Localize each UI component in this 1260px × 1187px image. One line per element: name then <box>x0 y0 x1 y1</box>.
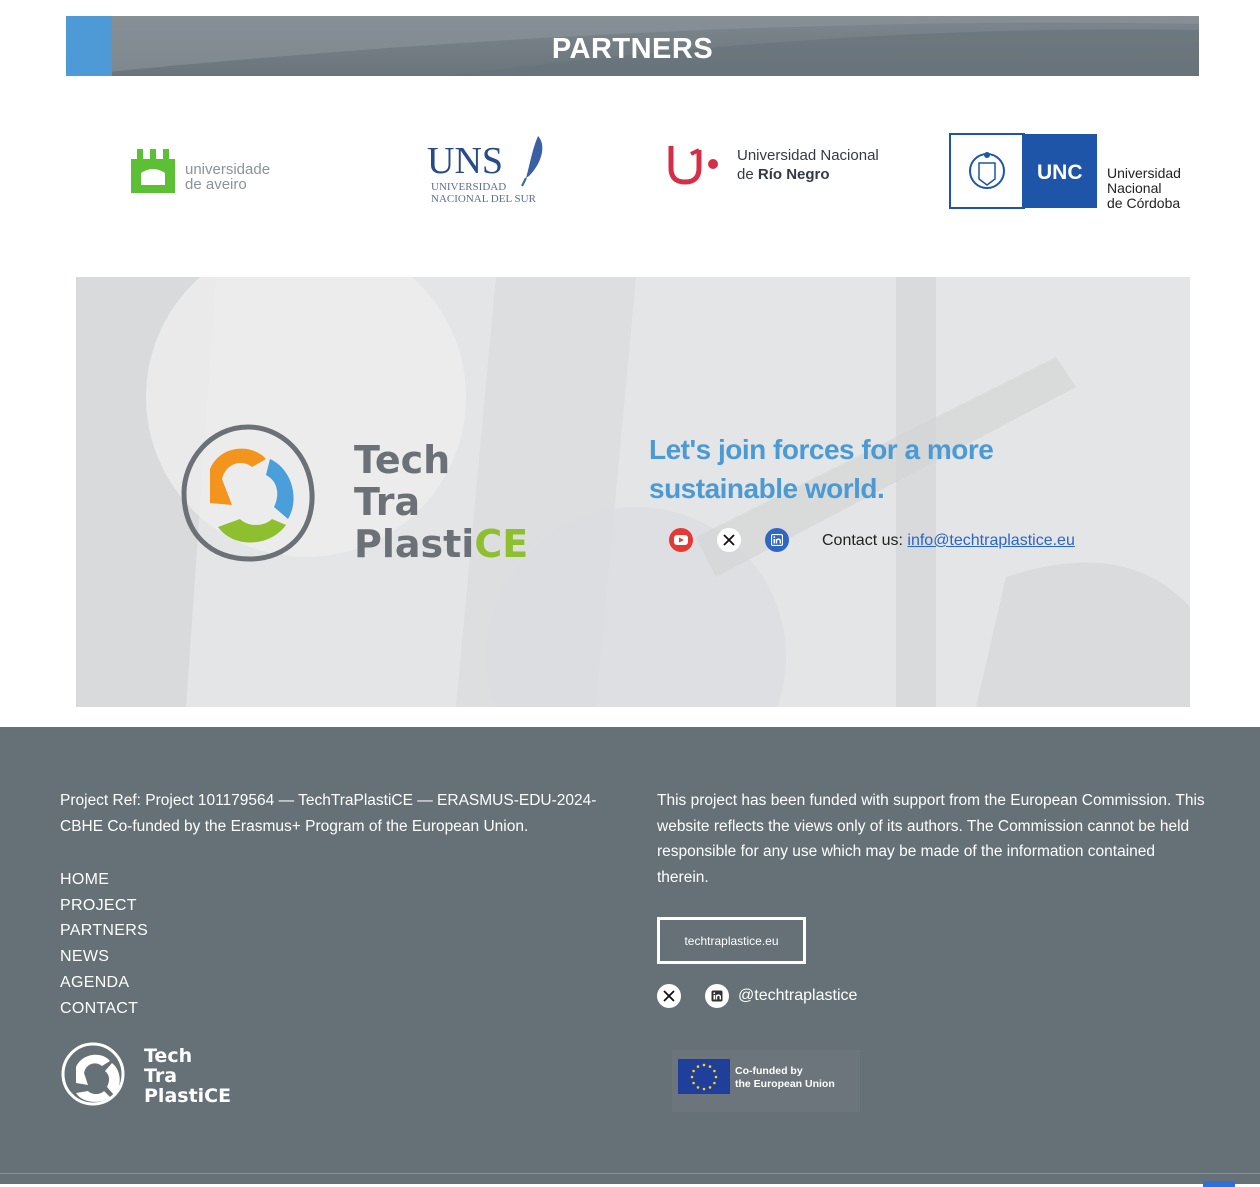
nav-agenda[interactable]: AGENDA <box>60 970 148 996</box>
website-button[interactable]: techtraplastice.eu <box>657 917 806 964</box>
linkedin-icon[interactable] <box>765 528 789 552</box>
rio-negro-line2-bold: Río Negro <box>758 166 830 183</box>
uns-abbr: UNS <box>427 140 503 182</box>
nav-project[interactable]: PROJECT <box>60 893 148 919</box>
nav-contact[interactable]: CONTACT <box>60 996 148 1022</box>
project-reference: Project Ref: Project 101179564 — TechTra… <box>60 792 597 835</box>
universidad-nacional-rio-negro-logo[interactable]: Universidad Nacional de Río Negro <box>665 140 905 188</box>
rio-negro-line1: Universidad Nacional <box>737 147 879 164</box>
unc-abbr: UNC <box>1037 161 1083 184</box>
footer-techtraplastice-logo[interactable]: Tech Tra PlastiCE <box>60 1039 240 1109</box>
svg-text:de Río Negro: de Río Negro <box>737 166 830 183</box>
hero-logo-line1: Tech <box>354 438 450 482</box>
funding-disclaimer: This project has been funded with suppor… <box>657 792 1205 886</box>
footer-nav: HOME PROJECT PARTNERS NEWS AGENDA CONTAC… <box>60 867 148 1021</box>
join-forces-heading: Let's join forces for a more sustainable… <box>649 434 994 504</box>
uns-line1: UNIVERSIDAD <box>431 181 506 193</box>
contact-line: Contact us: info@techtraplastice.eu <box>822 532 1075 550</box>
eu-badge-line1: Co-funded by <box>735 1065 803 1077</box>
nav-partners[interactable]: PARTNERS <box>60 918 148 944</box>
partners-banner: PARTNERS <box>66 16 1199 76</box>
partners-title: PARTNERS <box>551 33 714 65</box>
universidad-nacional-del-sur-logo[interactable]: UNS UNIVERSIDAD NACIONAL DEL SUR <box>426 132 551 207</box>
hero-logo-line2: Tra <box>354 480 420 524</box>
nav-news[interactable]: NEWS <box>60 944 148 970</box>
unc-line2: Nacional <box>1107 180 1161 196</box>
contact-label: Contact us: <box>822 532 903 549</box>
aveiro-line2: de aveiro <box>185 176 247 193</box>
youtube-icon[interactable] <box>669 528 693 552</box>
footer-logo-line3a: Plasti <box>144 1085 204 1107</box>
join-forces-section: Tech Tra PlastiCE Let's join forces for … <box>76 277 1190 707</box>
hero-logo-line3b: CE <box>474 522 528 563</box>
site-footer: Project Ref: Project 101179564 — TechTra… <box>0 727 1260 1187</box>
hero-logo-line3a: Plasti <box>354 522 474 563</box>
techtraplastice-logo: Tech Tra PlastiCE <box>181 424 528 563</box>
scroll-to-top-button[interactable] <box>1203 1181 1235 1187</box>
nav-home[interactable]: HOME <box>60 867 148 893</box>
footer-logo-line2: Tra <box>144 1065 177 1087</box>
footer-divider <box>0 1173 1260 1174</box>
eu-cofunded-badge: Co-funded by the European Union <box>672 1050 860 1112</box>
unc-line1: Universidad <box>1107 165 1181 181</box>
rio-negro-line2-prefix: de <box>737 166 758 183</box>
footer-logo-line1: Tech <box>144 1045 192 1067</box>
x-icon[interactable] <box>717 528 741 552</box>
universidad-nacional-cordoba-logo[interactable]: UNC Universidad Nacional de Córdoba <box>949 133 1189 211</box>
svg-text:PlastiCE: PlastiCE <box>354 522 528 563</box>
eu-badge-line2: the European Union <box>735 1078 835 1090</box>
contact-email-link[interactable]: info@techtraplastice.eu <box>907 532 1074 549</box>
footer-linkedin-icon[interactable] <box>705 984 729 1008</box>
unc-line3: de Córdoba <box>1107 195 1180 211</box>
universidade-de-aveiro-logo[interactable]: universidade de aveiro <box>129 145 274 195</box>
footer-logo-line3b: CE <box>204 1085 231 1107</box>
social-handle[interactable]: @techtraplastice <box>738 987 857 1005</box>
footer-x-icon[interactable] <box>657 984 681 1008</box>
uns-line2: NACIONAL DEL SUR <box>431 193 537 205</box>
svg-text:PlastiCE: PlastiCE <box>144 1085 231 1107</box>
